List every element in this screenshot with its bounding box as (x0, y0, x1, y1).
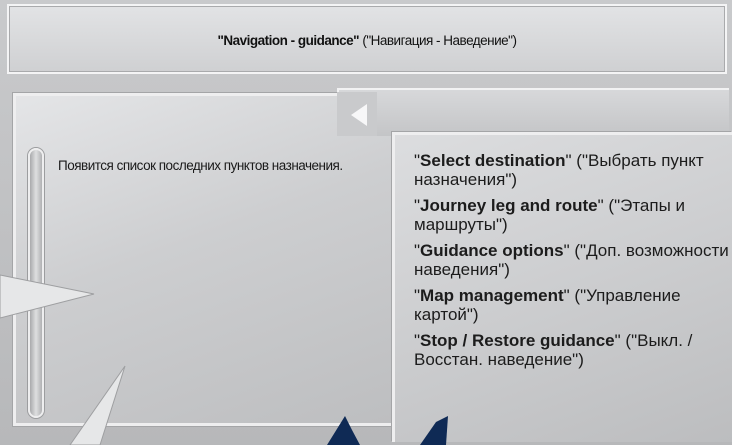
callout-wedge-bottom (69, 365, 126, 445)
callout-wedge-left (0, 274, 95, 319)
up-arrow-right-icon (420, 416, 448, 445)
callout-pointers (0, 274, 448, 445)
up-arrow-left-icon (327, 416, 360, 445)
